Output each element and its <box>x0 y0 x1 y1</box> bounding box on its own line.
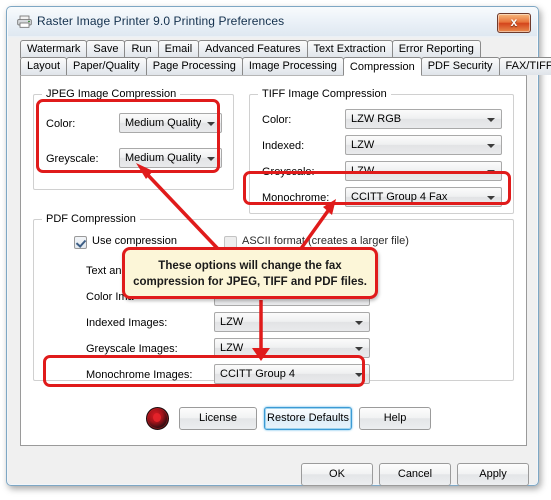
jpeg-color-combo[interactable]: Medium Quality <box>119 113 222 133</box>
pdf-monochrome-images-label: Monochrome Images: <box>86 369 193 381</box>
tiff-monochrome-value: CCITT Group 4 Fax <box>351 191 448 203</box>
tiff-monochrome-combo[interactable]: CCITT Group 4 Fax <box>345 187 502 207</box>
pdf-group-legend: PDF Compression <box>42 213 140 225</box>
ok-button[interactable]: OK <box>301 463 373 486</box>
license-button[interactable]: License <box>179 407 257 430</box>
title-bar: Raster Image Printer 9.0 Printing Prefer… <box>8 8 537 36</box>
jpeg-greyscale-value: Medium Quality <box>125 152 201 164</box>
tab-pdf-security[interactable]: PDF Security <box>420 57 500 75</box>
tiff-greyscale-label: Greyscale: <box>262 166 315 178</box>
chevron-down-icon <box>207 157 215 161</box>
tab-image-processing[interactable]: Image Processing <box>241 57 344 75</box>
chevron-down-icon <box>487 170 495 174</box>
jpeg-color-value: Medium Quality <box>125 117 201 129</box>
tab-layout[interactable]: Layout <box>20 57 68 75</box>
ascii-format-label: ASCII format (creates a larger file) <box>242 235 409 247</box>
apply-button[interactable]: Apply <box>457 463 529 486</box>
tab-page-processing[interactable]: Page Processing <box>145 57 243 75</box>
tiff-color-value: LZW RGB <box>351 113 402 125</box>
tab-fax-tiff[interactable]: FAX/TIFF <box>498 57 551 75</box>
pdf-indexed-images-value: LZW <box>220 316 244 328</box>
tiff-indexed-value: LZW <box>351 139 375 151</box>
jpeg-image-compression-group: JPEG Image Compression Color: Medium Qua… <box>33 88 234 190</box>
use-compression-checkbox[interactable] <box>74 236 87 249</box>
cancel-button[interactable]: Cancel <box>379 463 451 486</box>
pdf-indexed-images-label: Indexed Images: <box>86 317 168 329</box>
window-inner: Raster Image Printer 9.0 Printing Prefer… <box>8 8 551 486</box>
close-button[interactable]: x <box>497 13 531 33</box>
tiff-color-label: Color: <box>262 114 292 126</box>
close-icon: x <box>510 15 518 29</box>
printer-icon <box>17 15 32 28</box>
tab-row-bottom: Layout Paper/Quality Page Processing Image … <box>20 57 551 76</box>
chevron-down-icon <box>355 347 363 351</box>
chevron-down-icon <box>487 118 495 122</box>
jpeg-greyscale-combo[interactable]: Medium Quality <box>119 148 222 168</box>
app-logo-icon <box>146 407 169 430</box>
preferences-window: Raster Image Printer 9.0 Printing Prefer… <box>6 6 551 486</box>
pdf-greyscale-images-value: LZW <box>220 342 244 354</box>
window-title: Raster Image Printer 9.0 Printing Prefer… <box>37 14 285 28</box>
tab-text-extraction[interactable]: Text Extraction <box>306 40 393 58</box>
use-compression-label: Use compression <box>92 235 177 247</box>
tiff-greyscale-value: LZW <box>351 165 375 177</box>
tab-save[interactable]: Save <box>86 40 126 58</box>
chevron-down-icon <box>487 196 495 200</box>
chevron-down-icon <box>487 144 495 148</box>
tab-watermark[interactable]: Watermark <box>20 40 88 58</box>
tiff-indexed-combo[interactable]: LZW <box>345 135 502 155</box>
tiff-indexed-label: Indexed: <box>262 140 305 152</box>
pdf-greyscale-images-combo[interactable]: LZW <box>214 338 370 358</box>
callout-line-1: These options will change the fax <box>158 260 342 272</box>
tab-run[interactable]: Run <box>124 40 159 58</box>
tab-email[interactable]: Email <box>157 40 200 58</box>
jpeg-color-label: Color: <box>46 118 76 130</box>
restore-defaults-button[interactable]: Restore Defaults <box>264 407 352 430</box>
tab-advanced-features[interactable]: Advanced Features <box>198 40 308 58</box>
pdf-indexed-images-combo[interactable]: LZW <box>214 312 370 332</box>
pdf-monochrome-images-combo[interactable]: CCITT Group 4 <box>214 364 370 384</box>
jpeg-group-legend: JPEG Image Compression <box>42 88 181 100</box>
tiff-monochrome-label: Monochrome: <box>262 192 330 204</box>
pdf-compression-group: PDF Compression Use compression ASCII fo… <box>33 213 514 384</box>
help-button[interactable]: Help <box>359 407 431 430</box>
callout-text: These options will change the fax compre… <box>131 258 369 290</box>
annotation-callout: These options will change the fax compre… <box>122 247 378 299</box>
callout-line-2: compression for JPEG, TIFF and PDF files… <box>133 276 367 288</box>
tab-paper-quality[interactable]: Paper/Quality <box>66 57 147 75</box>
tiff-greyscale-combo[interactable]: LZW <box>345 161 502 181</box>
tab-compression[interactable]: Compression <box>342 57 422 76</box>
chevron-down-icon <box>355 373 363 377</box>
pdf-monochrome-images-value: CCITT Group 4 <box>220 368 295 380</box>
tiff-image-compression-group: TIFF Image Compression Color: LZW RGB In… <box>249 88 514 214</box>
pdf-greyscale-images-label: Greyscale Images: <box>86 343 178 355</box>
tab-error-reporting[interactable]: Error Reporting <box>391 40 481 58</box>
tiff-color-combo[interactable]: LZW RGB <box>345 109 502 129</box>
chevron-down-icon <box>207 122 215 126</box>
tab-row-top: Watermark Save Run Email Advanced Features Te… <box>20 40 481 58</box>
jpeg-greyscale-label: Greyscale: <box>46 153 99 165</box>
tab-strip: Watermark Save Run Email Advanced Features Te… <box>20 40 551 76</box>
chevron-down-icon <box>355 321 363 325</box>
tiff-group-legend: TIFF Image Compression <box>258 88 391 100</box>
footer-separator <box>20 446 527 447</box>
